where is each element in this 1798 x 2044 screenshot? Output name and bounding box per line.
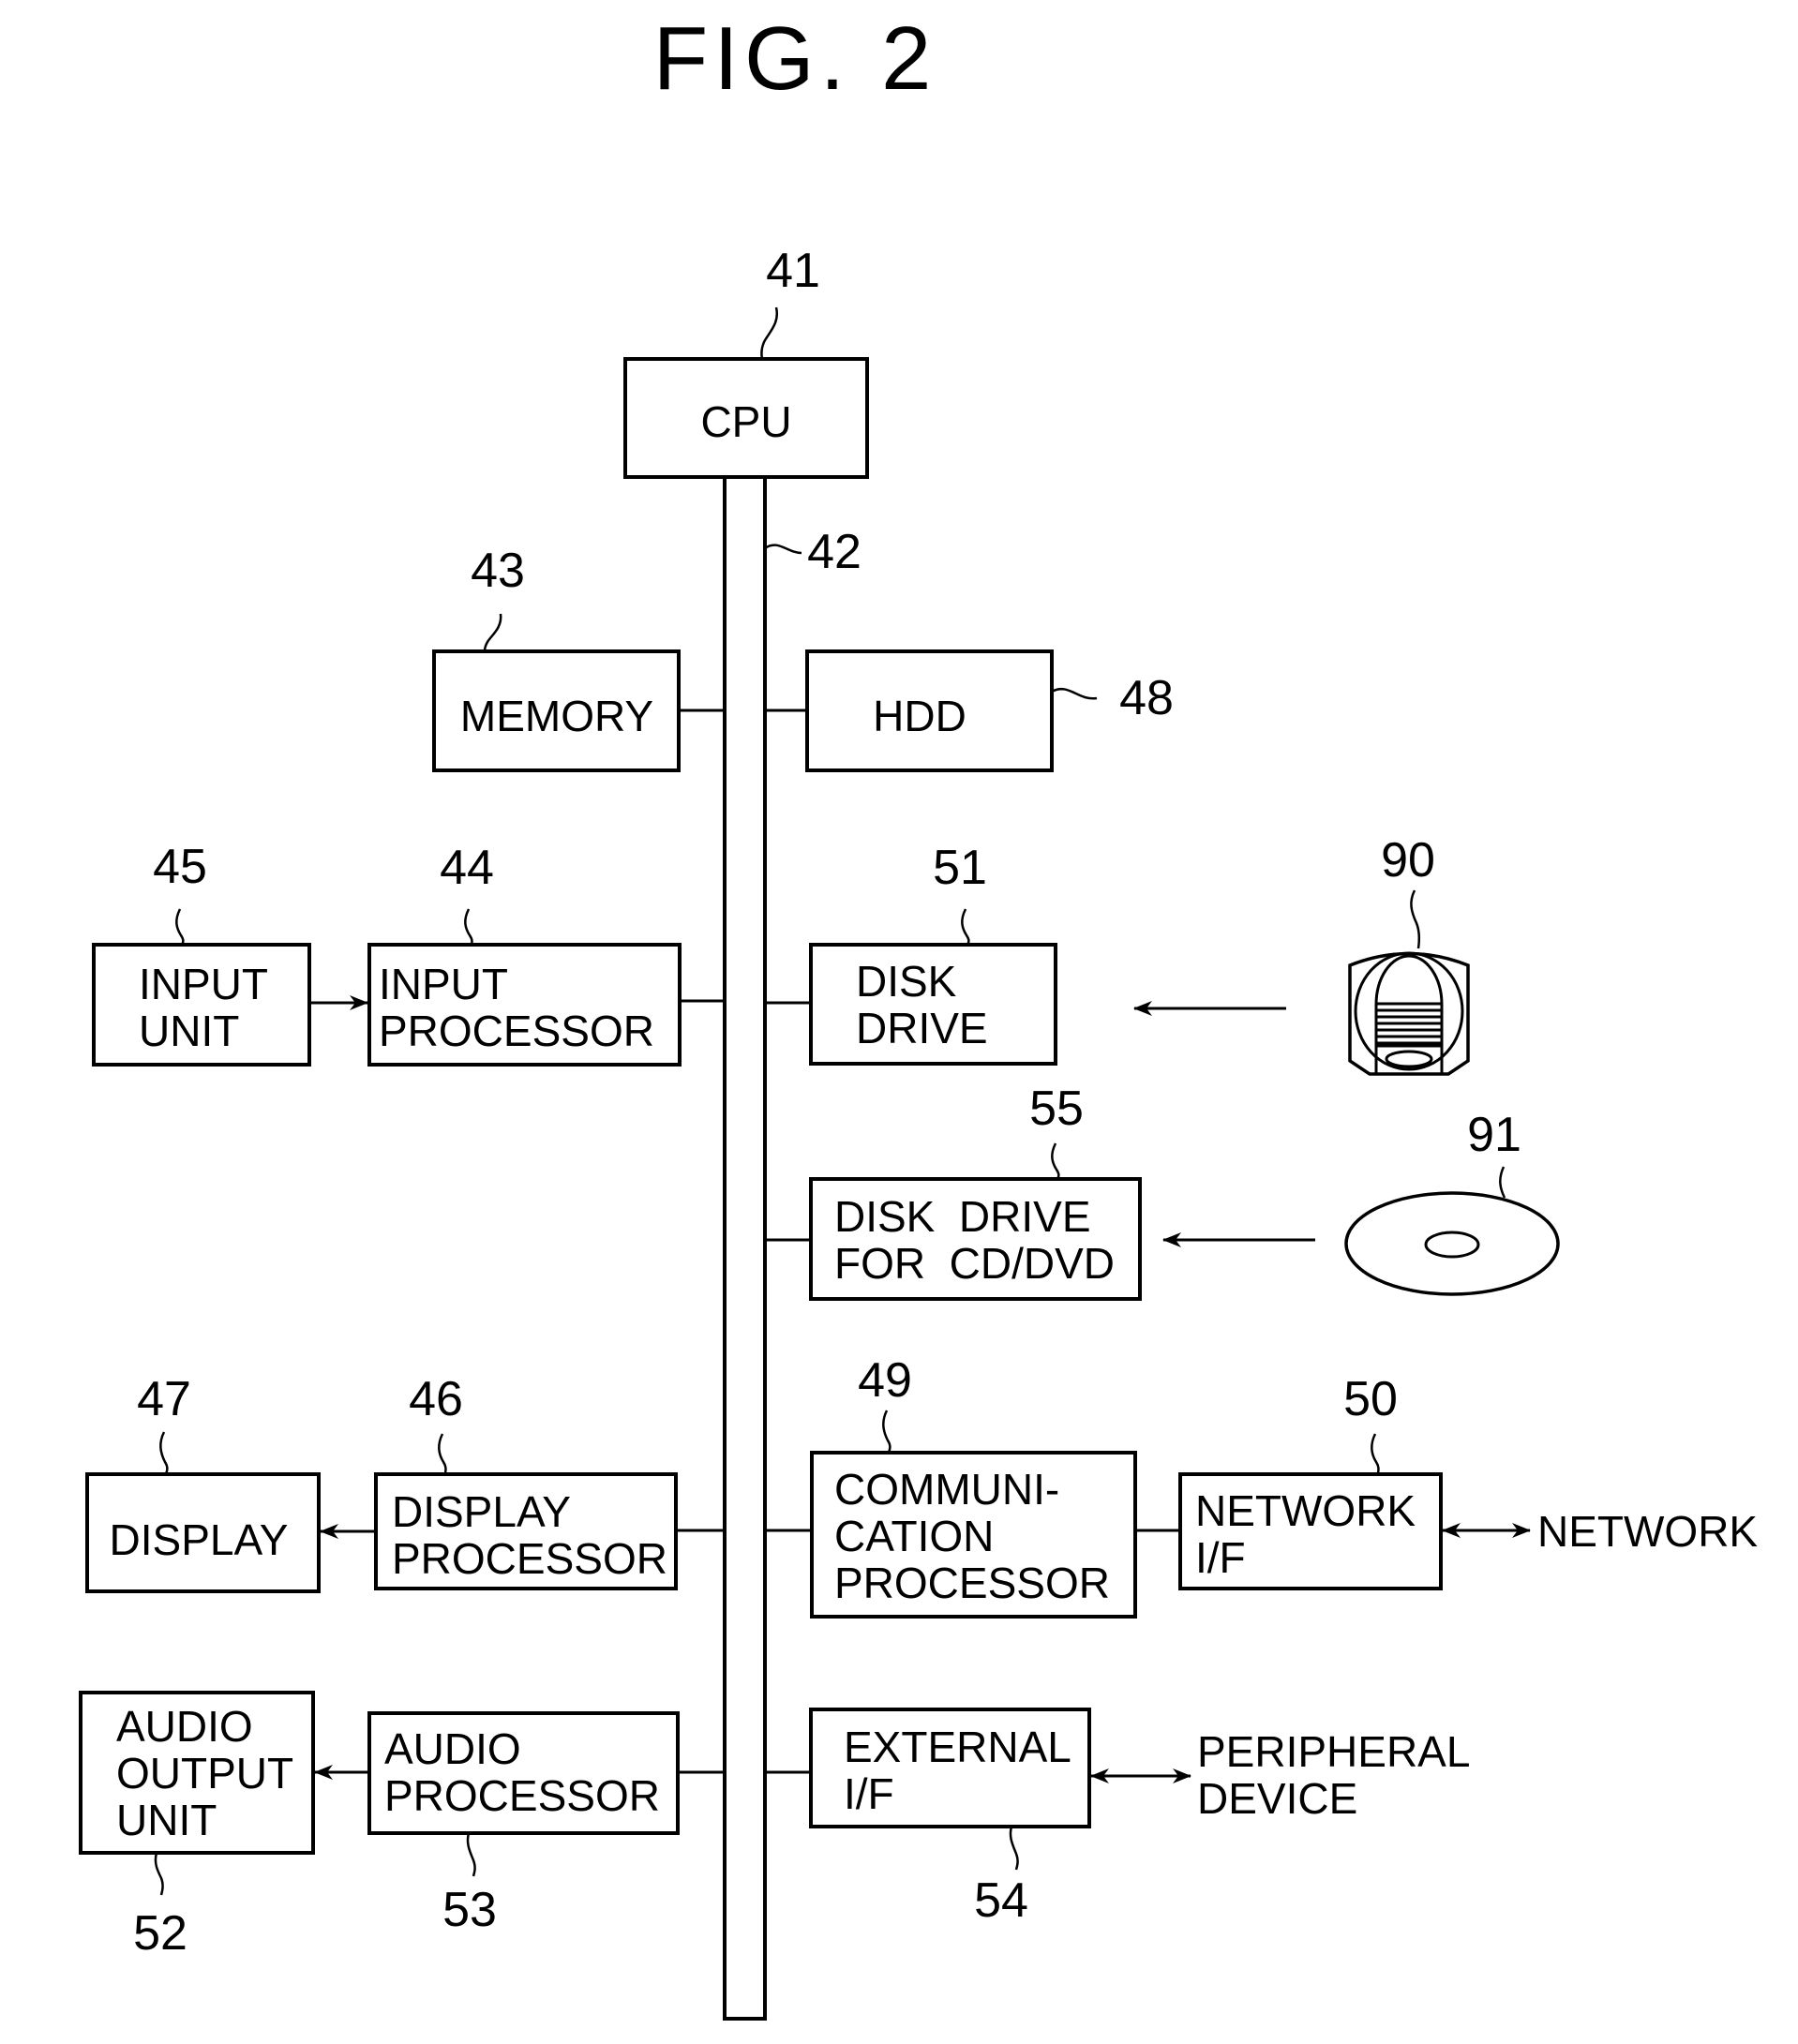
disc-leader bbox=[1499, 1166, 1506, 1199]
network-if-label-line1: NETWORK bbox=[1195, 1486, 1416, 1535]
network-label: NETWORK bbox=[1537, 1507, 1758, 1556]
cpu-label: CPU bbox=[700, 397, 791, 446]
memory-ref: 43 bbox=[471, 544, 525, 598]
memory-label: MEMORY bbox=[460, 692, 653, 740]
hdd-ref: 48 bbox=[1119, 671, 1174, 725]
cd-dvd-drive-ref: 55 bbox=[1029, 1082, 1084, 1136]
comm-processor-ref: 49 bbox=[858, 1353, 912, 1408]
external-if-block: EXTERNAL I/F 54 bbox=[765, 1708, 1191, 1928]
cd-dvd-drive-block: DISK DRIVE FOR CD/DVD 55 bbox=[765, 1082, 1142, 1301]
audio-output-label-line3: UNIT bbox=[116, 1796, 217, 1844]
disk-drive-leader bbox=[961, 908, 970, 946]
optical-disc: 91 bbox=[1162, 1108, 1560, 1296]
communication-processor-block: COMMUNI- CATION PROCESSOR 49 bbox=[765, 1353, 1178, 1619]
display-processor-label-line2: PROCESSOR bbox=[392, 1534, 667, 1583]
external-if-label-line1: EXTERNAL bbox=[844, 1723, 1071, 1771]
display-ref: 47 bbox=[137, 1372, 191, 1426]
external-if-label-line2: I/F bbox=[844, 1769, 894, 1818]
cartridge-grille bbox=[1377, 1002, 1441, 1045]
cpu-block: CPU 41 bbox=[623, 244, 869, 479]
display-block: DISPLAY 47 bbox=[85, 1372, 321, 1593]
network-if-leader bbox=[1371, 1433, 1380, 1475]
comm-processor-label-line1: COMMUNI- bbox=[834, 1465, 1059, 1514]
audio-output-label-line2: OUTPUT bbox=[116, 1749, 293, 1798]
comm-processor-leader bbox=[882, 1410, 892, 1454]
cartridge-label-slot bbox=[1385, 1050, 1433, 1068]
display-leader bbox=[159, 1431, 169, 1475]
input-unit-label-line2: UNIT bbox=[139, 1007, 239, 1055]
input-unit-leader bbox=[175, 908, 185, 946]
external-if-ref: 54 bbox=[974, 1873, 1028, 1928]
bus-leader bbox=[764, 544, 802, 555]
network-if-ref: 50 bbox=[1343, 1372, 1398, 1426]
peripheral-label-line1: PERIPHERAL bbox=[1197, 1727, 1470, 1776]
disc-outer bbox=[1344, 1191, 1560, 1296]
peripheral-label-line2: DEVICE bbox=[1197, 1774, 1357, 1823]
network-if-block: NETWORK I/F 50 bbox=[1178, 1372, 1531, 1590]
disk-drive-block: DISK DRIVE 51 bbox=[765, 841, 1057, 1066]
disk-drive-label-line2: DRIVE bbox=[856, 1004, 988, 1052]
disk-drive-ref: 51 bbox=[933, 841, 987, 895]
audio-output-label-line1: AUDIO bbox=[116, 1702, 253, 1751]
cpu-ref: 41 bbox=[766, 244, 820, 298]
display-processor-ref: 46 bbox=[409, 1372, 463, 1426]
bus-ref: 42 bbox=[807, 525, 862, 579]
display-processor-leader bbox=[438, 1433, 447, 1475]
input-processor-leader bbox=[464, 908, 473, 946]
cartridge-window bbox=[1374, 954, 1444, 1046]
memory-cartridge: 90 bbox=[1133, 833, 1470, 1076]
audio-processor-leader bbox=[466, 1832, 476, 1877]
audio-processor-ref: 53 bbox=[442, 1883, 497, 1937]
cd-dvd-drive-label-line1: DISK DRIVE bbox=[834, 1192, 1091, 1241]
disc-hole bbox=[1424, 1231, 1480, 1259]
hdd-leader bbox=[1051, 688, 1098, 700]
cd-dvd-drive-label-line2: FOR CD/DVD bbox=[834, 1239, 1115, 1288]
input-unit-label-line1: INPUT bbox=[139, 960, 268, 1008]
cartridge-leader bbox=[1410, 889, 1421, 949]
audio-output-ref: 52 bbox=[133, 1906, 187, 1961]
network-if-label-line2: I/F bbox=[1195, 1533, 1246, 1582]
input-processor-label-line1: INPUT bbox=[379, 960, 508, 1008]
cartridge-ref: 90 bbox=[1381, 833, 1435, 888]
disk-drive-label-line1: DISK bbox=[856, 957, 957, 1006]
display-label: DISPLAY bbox=[110, 1515, 289, 1564]
cartridge-body bbox=[1348, 951, 1470, 1076]
comm-processor-label-line3: PROCESSOR bbox=[834, 1559, 1110, 1607]
figure-title: FIG. 2 bbox=[653, 8, 937, 109]
input-processor-label-line2: PROCESSOR bbox=[379, 1007, 654, 1055]
comm-processor-label-line2: CATION bbox=[834, 1512, 994, 1560]
cpu-leader bbox=[760, 306, 779, 360]
cd-dvd-drive-leader bbox=[1051, 1142, 1060, 1180]
audio-processor-label-line1: AUDIO bbox=[384, 1724, 521, 1773]
audio-output-unit-block: AUDIO OUTPUT UNIT 52 bbox=[79, 1691, 315, 1961]
display-processor-label-line1: DISPLAY bbox=[392, 1487, 571, 1536]
disc-ref: 91 bbox=[1467, 1108, 1521, 1162]
display-processor-block: DISPLAY PROCESSOR 46 bbox=[320, 1372, 725, 1590]
memory-leader bbox=[483, 613, 502, 652]
input-unit-ref: 45 bbox=[153, 840, 207, 894]
input-processor-block: INPUT PROCESSOR 44 bbox=[309, 841, 725, 1067]
audio-processor-block: AUDIO PROCESSOR 53 bbox=[314, 1711, 725, 1937]
hdd-block: HDD 48 bbox=[765, 649, 1174, 772]
audio-processor-label-line2: PROCESSOR bbox=[384, 1771, 660, 1820]
external-if-leader bbox=[1009, 1826, 1019, 1871]
hdd-label: HDD bbox=[873, 692, 966, 740]
input-processor-ref: 44 bbox=[440, 841, 494, 895]
block-diagram: FIG. 2 42 CPU 41 MEMORY 43 HDD 48 INPUT … bbox=[79, 8, 1758, 2021]
memory-block: MEMORY 43 bbox=[432, 544, 725, 772]
input-unit-block: INPUT UNIT 45 bbox=[92, 840, 311, 1067]
audio-output-leader bbox=[154, 1852, 164, 1896]
